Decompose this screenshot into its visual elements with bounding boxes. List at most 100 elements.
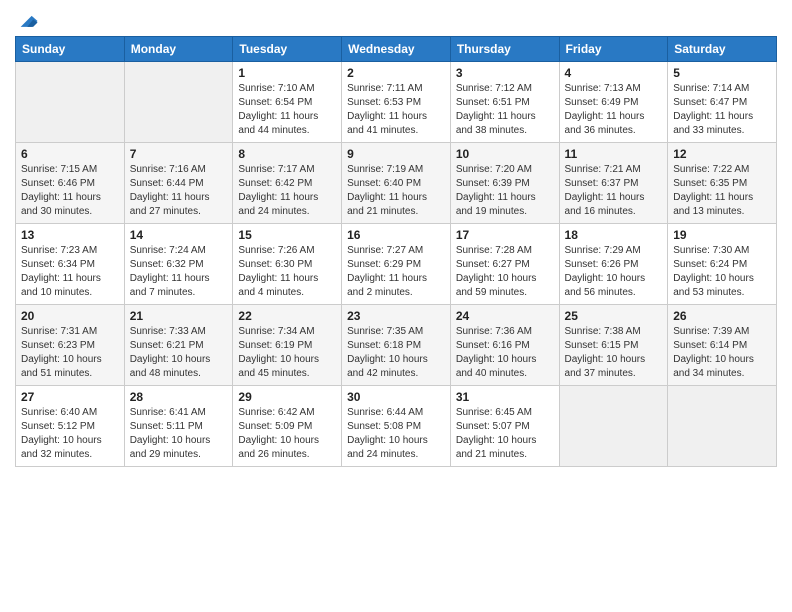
calendar-cell: 5Sunrise: 7:14 AM Sunset: 6:47 PM Daylig… [668, 62, 777, 143]
day-number: 30 [347, 390, 445, 404]
day-info: Sunrise: 7:23 AM Sunset: 6:34 PM Dayligh… [21, 244, 119, 300]
day-number: 5 [673, 66, 771, 80]
calendar-cell: 3 Sunrise: 7:12 AM Sunset: 6:51 PM Daylig… [450, 62, 559, 143]
calendar-cell: 6 Sunrise: 7:15 AM Sunset: 6:46 PM Daylig… [16, 143, 125, 224]
calendar-cell: 4 Sunrise: 7:13 AM Sunset: 6:49 PM Daylig… [559, 62, 668, 143]
day-info: Sunrise: 7:19 AM Sunset: 6:40 PM Dayligh… [347, 163, 445, 219]
calendar-cell [668, 386, 777, 467]
calendar-cell: 10 Sunrise: 7:20 AM Sunset: 6:39 PM Dayli… [450, 143, 559, 224]
calendar-cell: 1 Sunrise: 7:10 AM Sunset: 6:54 PM Daylig… [233, 62, 342, 143]
weekday-header-friday: Friday [559, 37, 668, 62]
calendar-cell: 16Sunrise: 7:27 AM Sunset: 6:29 PM Dayli… [342, 224, 451, 305]
page: SundayMondayTuesdayWednesdayThursdayFrid… [0, 0, 792, 612]
header [15, 10, 777, 28]
day-info: Sunrise: 7:20 AM Sunset: 6:39 PM Dayligh… [456, 163, 554, 219]
calendar-cell [559, 386, 668, 467]
day-number: 16 [347, 228, 445, 242]
day-number: 18 [565, 228, 663, 242]
calendar-cell: 27 Sunrise: 6:40 AM Sunset: 5:12 PM Dayli… [16, 386, 125, 467]
logo [15, 10, 39, 28]
calendar-cell: 17 Sunrise: 7:28 AM Sunset: 6:27 PM Dayli… [450, 224, 559, 305]
day-number: 17 [456, 228, 554, 242]
day-info: Sunrise: 7:33 AM Sunset: 6:21 PM Dayligh… [130, 325, 228, 381]
day-info: Sunrise: 7:15 AM Sunset: 6:46 PM Dayligh… [21, 163, 119, 219]
calendar-cell: 13Sunrise: 7:23 AM Sunset: 6:34 PM Dayli… [16, 224, 125, 305]
calendar-cell: 19 Sunrise: 7:30 AM Sunset: 6:24 PM Dayli… [668, 224, 777, 305]
day-info: Sunrise: 7:11 AM Sunset: 6:53 PM Dayligh… [347, 82, 445, 138]
day-number: 23 [347, 309, 445, 323]
day-info: Sunrise: 7:10 AM Sunset: 6:54 PM Dayligh… [238, 82, 336, 138]
calendar-cell: 25 Sunrise: 7:38 AM Sunset: 6:15 PM Dayli… [559, 305, 668, 386]
day-number: 12 [673, 147, 771, 161]
day-number: 21 [130, 309, 228, 323]
day-info: Sunrise: 7:26 AM Sunset: 6:30 PM Dayligh… [238, 244, 336, 300]
calendar-cell: 9 Sunrise: 7:19 AM Sunset: 6:40 PM Daylig… [342, 143, 451, 224]
day-number: 7 [130, 147, 228, 161]
weekday-header-wednesday: Wednesday [342, 37, 451, 62]
day-info: Sunrise: 7:28 AM Sunset: 6:27 PM Dayligh… [456, 244, 554, 300]
day-number: 8 [238, 147, 336, 161]
day-info: Sunrise: 6:41 AM Sunset: 5:11 PM Dayligh… [130, 406, 228, 462]
day-info: Sunrise: 7:30 AM Sunset: 6:24 PM Dayligh… [673, 244, 771, 300]
calendar-cell: 18 Sunrise: 7:29 AM Sunset: 6:26 PM Dayli… [559, 224, 668, 305]
day-number: 26 [673, 309, 771, 323]
calendar-cell: 7 Sunrise: 7:16 AM Sunset: 6:44 PM Daylig… [124, 143, 233, 224]
day-info: Sunrise: 7:21 AM Sunset: 6:37 PM Dayligh… [565, 163, 663, 219]
calendar-cell: 11Sunrise: 7:21 AM Sunset: 6:37 PM Dayli… [559, 143, 668, 224]
day-number: 31 [456, 390, 554, 404]
calendar-cell: 21 Sunrise: 7:33 AM Sunset: 6:21 PM Dayli… [124, 305, 233, 386]
day-number: 24 [456, 309, 554, 323]
calendar-cell: 12 Sunrise: 7:22 AM Sunset: 6:35 PM Dayli… [668, 143, 777, 224]
day-info: Sunrise: 7:17 AM Sunset: 6:42 PM Dayligh… [238, 163, 336, 219]
weekday-header-thursday: Thursday [450, 37, 559, 62]
calendar-week-5: 27 Sunrise: 6:40 AM Sunset: 5:12 PM Dayli… [16, 386, 777, 467]
calendar-cell [124, 62, 233, 143]
day-number: 15 [238, 228, 336, 242]
day-info: Sunrise: 7:38 AM Sunset: 6:15 PM Dayligh… [565, 325, 663, 381]
day-number: 14 [130, 228, 228, 242]
day-number: 10 [456, 147, 554, 161]
calendar-cell: 28Sunrise: 6:41 AM Sunset: 5:11 PM Dayli… [124, 386, 233, 467]
calendar-cell: 20Sunrise: 7:31 AM Sunset: 6:23 PM Dayli… [16, 305, 125, 386]
day-info: Sunrise: 7:36 AM Sunset: 6:16 PM Dayligh… [456, 325, 554, 381]
day-number: 9 [347, 147, 445, 161]
day-number: 1 [238, 66, 336, 80]
day-info: Sunrise: 7:13 AM Sunset: 6:49 PM Dayligh… [565, 82, 663, 138]
calendar-table: SundayMondayTuesdayWednesdayThursdayFrid… [15, 36, 777, 467]
day-info: Sunrise: 7:22 AM Sunset: 6:35 PM Dayligh… [673, 163, 771, 219]
calendar-cell: 23Sunrise: 7:35 AM Sunset: 6:18 PM Dayli… [342, 305, 451, 386]
calendar-cell: 24 Sunrise: 7:36 AM Sunset: 6:16 PM Dayli… [450, 305, 559, 386]
day-info: Sunrise: 7:24 AM Sunset: 6:32 PM Dayligh… [130, 244, 228, 300]
calendar-week-4: 20Sunrise: 7:31 AM Sunset: 6:23 PM Dayli… [16, 305, 777, 386]
day-info: Sunrise: 7:39 AM Sunset: 6:14 PM Dayligh… [673, 325, 771, 381]
day-number: 6 [21, 147, 119, 161]
calendar-cell [16, 62, 125, 143]
day-info: Sunrise: 7:34 AM Sunset: 6:19 PM Dayligh… [238, 325, 336, 381]
calendar-cell: 22 Sunrise: 7:34 AM Sunset: 6:19 PM Dayli… [233, 305, 342, 386]
day-info: Sunrise: 7:16 AM Sunset: 6:44 PM Dayligh… [130, 163, 228, 219]
calendar-cell: 8 Sunrise: 7:17 AM Sunset: 6:42 PM Daylig… [233, 143, 342, 224]
weekday-header-sunday: Sunday [16, 37, 125, 62]
calendar-cell: 29Sunrise: 6:42 AM Sunset: 5:09 PM Dayli… [233, 386, 342, 467]
day-number: 20 [21, 309, 119, 323]
day-info: Sunrise: 6:45 AM Sunset: 5:07 PM Dayligh… [456, 406, 554, 462]
calendar-cell: 30 Sunrise: 6:44 AM Sunset: 5:08 PM Dayli… [342, 386, 451, 467]
weekday-header-tuesday: Tuesday [233, 37, 342, 62]
day-number: 25 [565, 309, 663, 323]
day-number: 27 [21, 390, 119, 404]
day-info: Sunrise: 6:40 AM Sunset: 5:12 PM Dayligh… [21, 406, 119, 462]
calendar-cell: 31 Sunrise: 6:45 AM Sunset: 5:07 PM Dayli… [450, 386, 559, 467]
weekday-header-monday: Monday [124, 37, 233, 62]
day-number: 2 [347, 66, 445, 80]
calendar-week-3: 13Sunrise: 7:23 AM Sunset: 6:34 PM Dayli… [16, 224, 777, 305]
day-number: 3 [456, 66, 554, 80]
day-info: Sunrise: 6:44 AM Sunset: 5:08 PM Dayligh… [347, 406, 445, 462]
day-number: 19 [673, 228, 771, 242]
day-info: Sunrise: 7:12 AM Sunset: 6:51 PM Dayligh… [456, 82, 554, 138]
day-info: Sunrise: 7:29 AM Sunset: 6:26 PM Dayligh… [565, 244, 663, 300]
calendar-week-2: 6 Sunrise: 7:15 AM Sunset: 6:46 PM Daylig… [16, 143, 777, 224]
day-number: 4 [565, 66, 663, 80]
day-number: 22 [238, 309, 336, 323]
weekday-header-row: SundayMondayTuesdayWednesdayThursdayFrid… [16, 37, 777, 62]
logo-icon [17, 10, 39, 32]
